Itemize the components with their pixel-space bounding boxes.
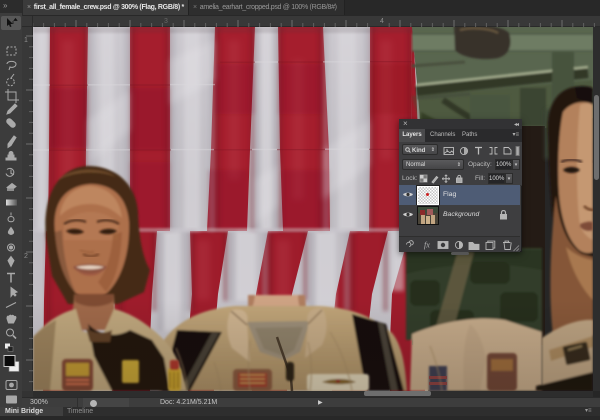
svg-text:1: 1 — [24, 37, 28, 44]
svg-text:3: 3 — [164, 18, 168, 25]
svg-text:4: 4 — [380, 18, 384, 25]
svg-text:fx: fx — [424, 241, 430, 250]
svg-text:2: 2 — [24, 253, 28, 260]
